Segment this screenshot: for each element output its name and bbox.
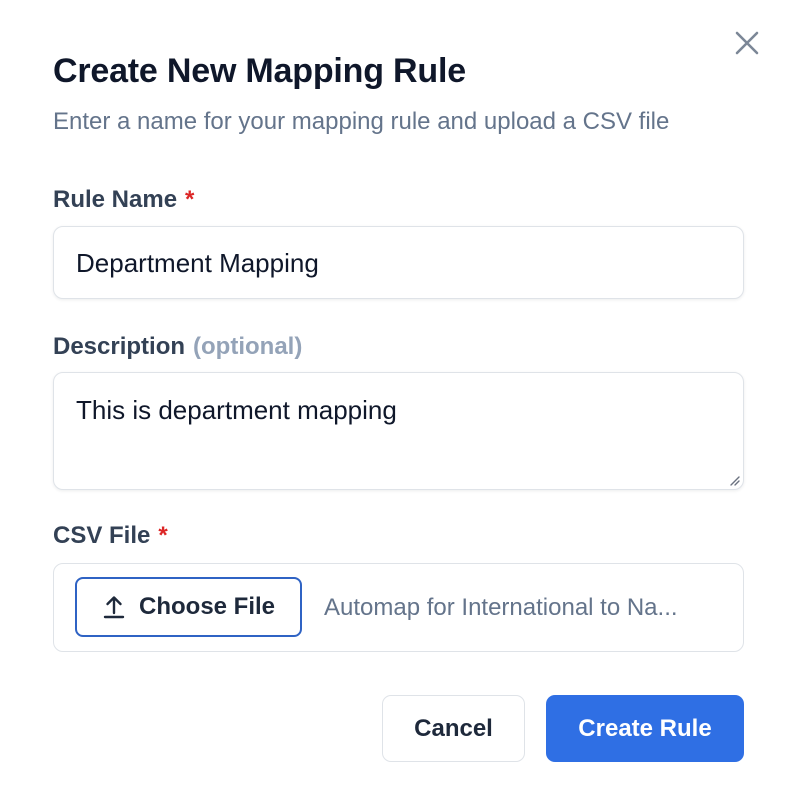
description-value: This is department mapping	[76, 395, 397, 425]
rule-name-value: Department Mapping	[76, 248, 319, 278]
required-marker: *	[158, 522, 168, 549]
description-textarea[interactable]: This is department mapping	[53, 372, 744, 490]
create-mapping-rule-dialog: Create New Mapping Rule Enter a name for…	[0, 0, 796, 794]
required-marker: *	[185, 186, 195, 213]
selected-file-name: Automap for International to Na...	[324, 594, 678, 621]
upload-icon	[103, 595, 125, 619]
choose-file-button[interactable]: Choose File	[75, 577, 302, 637]
csv-file-label: CSV File *	[53, 522, 168, 550]
cancel-button[interactable]: Cancel	[382, 695, 525, 762]
dialog-subtitle: Enter a name for your mapping rule and u…	[53, 108, 670, 135]
close-icon	[735, 31, 759, 55]
csv-file-label-text: CSV File	[53, 522, 151, 549]
csv-file-input: Choose File Automap for International to…	[53, 563, 744, 652]
close-button[interactable]	[732, 28, 762, 58]
optional-hint: (optional)	[193, 333, 303, 360]
description-label-text: Description	[53, 333, 186, 360]
resize-handle-icon[interactable]	[728, 474, 740, 486]
rule-name-input[interactable]: Department Mapping	[53, 226, 744, 299]
description-label: Description (optional)	[53, 333, 302, 361]
dialog-title: Create New Mapping Rule	[53, 52, 466, 90]
choose-file-label: Choose File	[139, 593, 276, 620]
rule-name-label-text: Rule Name	[53, 186, 178, 213]
create-rule-button[interactable]: Create Rule	[546, 695, 744, 762]
rule-name-label: Rule Name *	[53, 186, 194, 214]
